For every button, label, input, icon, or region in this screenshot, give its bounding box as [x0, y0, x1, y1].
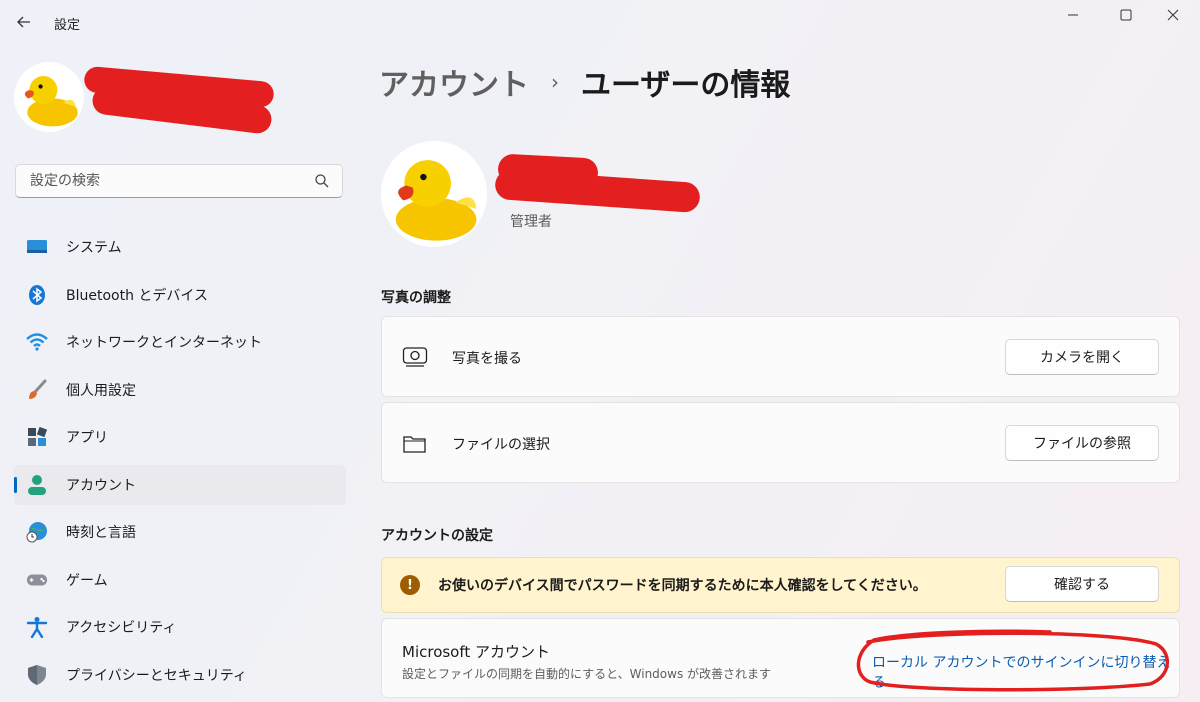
brush-icon [26, 379, 48, 401]
bluetooth-icon [26, 284, 48, 306]
shield-icon [26, 664, 48, 686]
system-icon [26, 236, 48, 258]
rubber-duck-avatar-icon [395, 160, 477, 241]
redaction-mark [494, 168, 701, 214]
camera-icon [402, 344, 428, 370]
sidebar-item-gaming[interactable]: ゲーム [14, 560, 346, 600]
user-avatar [381, 141, 487, 247]
apps-icon [26, 426, 48, 448]
choose-file-row: ファイルの選択 ファイルの参照 [381, 402, 1180, 483]
microsoft-account-subtitle: 設定とファイルの同期を自動的にすると、Windows が改善されます [402, 667, 772, 681]
breadcrumb-separator: › [551, 70, 559, 94]
account-icon [26, 474, 48, 496]
sidebar-item-system[interactable]: システム [14, 227, 346, 267]
sidebar-item-apps[interactable]: アプリ [14, 417, 346, 457]
browse-files-button[interactable]: ファイルの参照 [1005, 425, 1159, 461]
user-role: 管理者 [510, 214, 552, 230]
verify-identity-banner: ! お使いのデバイス間でパスワードを同期するために本人確認をしてください。 確認… [381, 557, 1180, 613]
sidebar-item-privacy[interactable]: プライバシーとセキュリティ [14, 655, 346, 695]
microsoft-account-title: Microsoft アカウント [402, 643, 551, 661]
globe-clock-icon [26, 521, 48, 543]
take-photo-row: 写真を撮る カメラを開く [381, 316, 1180, 397]
search-input[interactable] [28, 172, 312, 190]
account-section-title: アカウントの設定 [381, 528, 493, 544]
verify-button[interactable]: 確認する [1005, 566, 1159, 602]
minimize-icon[interactable] [1050, 0, 1096, 30]
sidebar-item-network[interactable]: ネットワークとインターネット [14, 322, 346, 362]
sidebar-nav: システム Bluetooth とデバイス ネットワークとインターネット 個人用設… [14, 227, 346, 702]
sidebar-item-time-language[interactable]: 時刻と言語 [14, 512, 346, 552]
folder-icon [402, 431, 428, 457]
gamepad-icon [26, 569, 48, 591]
profile-avatar[interactable] [14, 62, 84, 132]
breadcrumb: アカウント › ユーザーの情報 [379, 60, 790, 104]
wifi-icon [26, 331, 48, 353]
close-icon[interactable] [1150, 0, 1196, 30]
rubber-duck-avatar-icon [24, 76, 78, 127]
sidebar-item-bluetooth[interactable]: Bluetooth とデバイス [14, 275, 346, 315]
back-arrow-icon[interactable] [14, 12, 34, 32]
accessibility-icon [26, 616, 48, 638]
maximize-icon[interactable] [1103, 0, 1149, 30]
title-bar: 設定 [0, 0, 1200, 46]
active-indicator [14, 476, 17, 493]
warning-icon: ! [400, 575, 420, 595]
sidebar-item-accounts[interactable]: アカウント [14, 464, 346, 505]
page-title: ユーザーの情報 [581, 68, 791, 103]
breadcrumb-parent[interactable]: アカウント [379, 60, 529, 104]
sidebar-item-personalization[interactable]: 個人用設定 [14, 370, 346, 410]
search-icon [315, 174, 329, 188]
sidebar-item-accessibility[interactable]: アクセシビリティ [14, 607, 346, 647]
warning-text: お使いのデバイス間でパスワードを同期するために本人確認をしてください。 [438, 578, 927, 594]
settings-search[interactable] [15, 164, 343, 198]
open-camera-button[interactable]: カメラを開く [1005, 339, 1159, 375]
app-title: 設定 [54, 18, 81, 33]
red-circle-annotation [856, 629, 1170, 692]
photo-section-title: 写真の調整 [381, 290, 451, 306]
